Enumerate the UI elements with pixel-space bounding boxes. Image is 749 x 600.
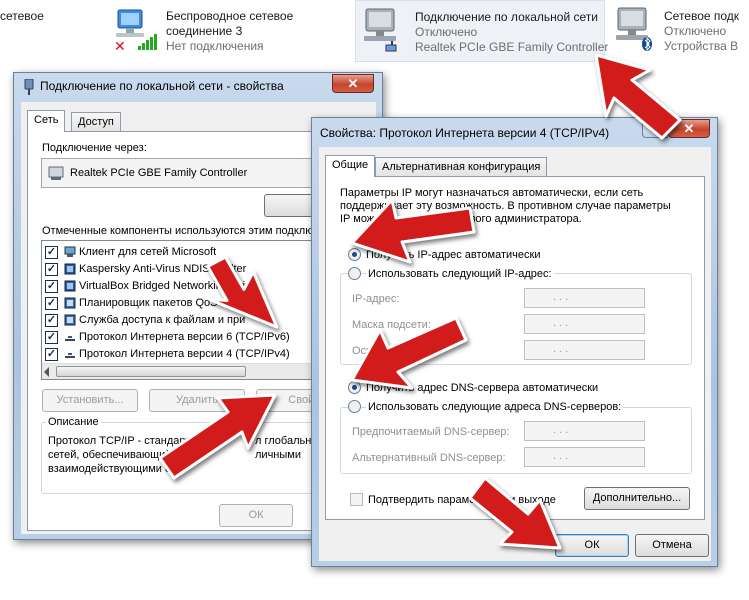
network-item-bluetooth[interactable]: Сетевое подк Отключено Устройства B xyxy=(610,0,749,62)
install-button[interactable]: Установить... xyxy=(42,389,138,412)
protocol-icon xyxy=(65,353,75,358)
ok-button[interactable]: ОК xyxy=(555,534,629,557)
component-label: VirtualBox Bridged Networking Drive xyxy=(79,280,257,292)
default-gateway-label: Основной шлюз: xyxy=(352,345,438,357)
network-item-device: Устройства B xyxy=(664,39,739,53)
title-bar[interactable]: Подключение по локальной сети - свойства… xyxy=(14,73,382,101)
intro-text-2: поддерживает эту возможность. В противно… xyxy=(340,200,671,212)
component-label: Протокол Интернета версии 6 (TCP/IPv6) xyxy=(79,331,290,343)
network-item-wireless[interactable]: ✕ Беспроводное сетевое соединение 3 Нет … xyxy=(110,0,340,62)
component-label: Служба доступа к файлам и при xyxy=(79,314,246,326)
component-checkbox[interactable]: ✓ xyxy=(45,348,58,361)
ipv4-properties-window: Свойства: Протокол Интернета версии 4 (T… xyxy=(311,117,718,567)
auto-ip-label[interactable]: Получить IP-адрес автоматически xyxy=(366,249,540,261)
description-title: Описание xyxy=(46,416,101,428)
ok-button[interactable]: ОК xyxy=(219,504,293,527)
protocol-icon xyxy=(65,336,75,341)
network-item-partial[interactable]: сетевое xyxy=(0,0,60,62)
component-label: Планировщик пакетов QoS xyxy=(79,297,218,309)
cancel-button[interactable]: Отмена xyxy=(635,534,709,557)
network-item-name-2: соединение 3 xyxy=(166,24,243,38)
subnet-mask-label: Маска подсети: xyxy=(352,319,431,331)
adapter-name: Realtek PCIe GBE Family Controller xyxy=(70,167,248,179)
ip-address-label: IP-адрес: xyxy=(352,293,400,305)
preferred-dns-label: Предпочитаемый DNS-сервер: xyxy=(352,426,510,438)
advanced-button[interactable]: Дополнительно... xyxy=(584,487,690,510)
component-label: Протокол Интернета версии 4 (TCP/IPv4) xyxy=(79,348,290,360)
manual-dns-radio[interactable] xyxy=(348,400,361,413)
manual-dns-label[interactable]: Использовать следующие адреса DNS-сервер… xyxy=(366,401,624,413)
network-item-name: сетевое xyxy=(0,9,44,23)
tab-sharing[interactable]: Доступ xyxy=(71,112,121,132)
title-bar[interactable]: Свойства: Протокол Интернета версии 4 (T… xyxy=(312,118,717,146)
default-gateway-input[interactable]: . . . xyxy=(524,340,645,360)
component-label: Kaspersky Anti-Virus NDIS 6 Filter xyxy=(79,263,247,275)
network-item-device: Realtek PCIe GBE Family Controller xyxy=(415,40,609,54)
network-icon xyxy=(24,79,34,95)
description-text-2: сетей, обеспечивающий св xyxy=(48,449,186,461)
validate-settings-label[interactable]: Подтвердить параметры при выходе xyxy=(368,494,556,506)
network-item-status: Отключено xyxy=(415,25,478,39)
description-text-3: взаимодействующими сетя xyxy=(48,463,188,475)
wireless-adapter-icon: ✕ xyxy=(114,9,157,52)
ethernet-adapter-icon xyxy=(364,8,397,52)
preferred-dns-input[interactable]: . . . xyxy=(524,421,645,441)
network-item-local-area[interactable]: Подключение по локальной сети Отключено … xyxy=(355,0,609,62)
adapter-icon xyxy=(48,166,64,180)
bluetooth-adapter-icon xyxy=(616,7,652,52)
network-item-status: Отключено xyxy=(664,24,727,38)
subnet-mask-input[interactable]: . . . xyxy=(524,314,645,334)
connect-using-label: Подключение через: xyxy=(42,142,147,154)
component-checkbox[interactable]: ✓ xyxy=(45,263,58,276)
window-title: Свойства: Протокол Интернета версии 4 (T… xyxy=(320,126,610,140)
window-client: Общие Альтернативная конфигурация Параме… xyxy=(319,147,711,561)
service-icon xyxy=(64,297,76,309)
close-button[interactable]: ✕ xyxy=(668,119,710,138)
ip-address-input[interactable]: . . . xyxy=(524,288,645,308)
service-icon xyxy=(64,314,76,326)
filter-icon xyxy=(64,263,76,275)
auto-ip-radio[interactable] xyxy=(348,248,361,261)
intro-text-1: Параметры IP могут назначаться автоматич… xyxy=(340,187,644,199)
uninstall-button[interactable]: Удалить xyxy=(149,389,245,412)
network-item-name: Подключение по локальной сети xyxy=(415,10,598,24)
help-button[interactable]: ? xyxy=(642,119,668,138)
network-item-name: Сетевое подк xyxy=(664,9,740,23)
description-tail-2: личными xyxy=(255,449,301,461)
tab-general[interactable]: Общие xyxy=(325,155,376,177)
description-text-1: Протокол TCP/IP - стандартный xyxy=(48,435,211,447)
components-label: Отмеченные компоненты используются этим … xyxy=(42,225,314,237)
tab-panel: Параметры IP могут назначаться автоматич… xyxy=(325,176,705,520)
scroll-left-arrow-icon[interactable] xyxy=(44,367,49,377)
component-checkbox[interactable]: ✓ xyxy=(45,246,58,259)
description-tail-1: л глобальн xyxy=(255,435,312,447)
alternate-dns-label: Альтернативный DNS-сервер: xyxy=(352,452,506,464)
network-item-name: Беспроводное сетевое xyxy=(166,9,294,23)
network-item-status: Нет подключения xyxy=(166,39,264,53)
manual-ip-radio[interactable] xyxy=(348,267,361,280)
component-label: Клиент для сетей Microsoft xyxy=(79,246,217,258)
window-title: Подключение по локальной сети - свойства xyxy=(40,79,284,93)
network-connections-bar: сетевое ✕ Беспроводное сетевое соединени… xyxy=(0,0,749,64)
manual-ip-label[interactable]: Использовать следующий IP-адрес: xyxy=(366,268,554,280)
scroll-thumb[interactable] xyxy=(56,366,246,377)
component-checkbox[interactable]: ✓ xyxy=(45,280,58,293)
component-checkbox[interactable]: ✓ xyxy=(45,331,58,344)
auto-dns-label[interactable]: Получить адрес DNS-сервера автоматически xyxy=(366,382,598,394)
auto-dns-radio[interactable] xyxy=(348,381,361,394)
close-button[interactable]: ✕ xyxy=(332,74,374,93)
intro-text-3: IP можно получить у сетевого администрат… xyxy=(340,213,582,225)
validate-settings-checkbox[interactable] xyxy=(350,493,363,506)
alternate-dns-input[interactable]: . . . xyxy=(524,447,645,467)
svg-text:✕: ✕ xyxy=(114,39,126,52)
client-icon xyxy=(64,246,76,257)
component-checkbox[interactable]: ✓ xyxy=(45,314,58,327)
filter-icon xyxy=(64,280,76,292)
tab-network[interactable]: Сеть xyxy=(27,110,66,132)
component-checkbox[interactable]: ✓ xyxy=(45,297,58,310)
tab-alternate-config[interactable]: Альтернативная конфигурация xyxy=(375,157,548,177)
